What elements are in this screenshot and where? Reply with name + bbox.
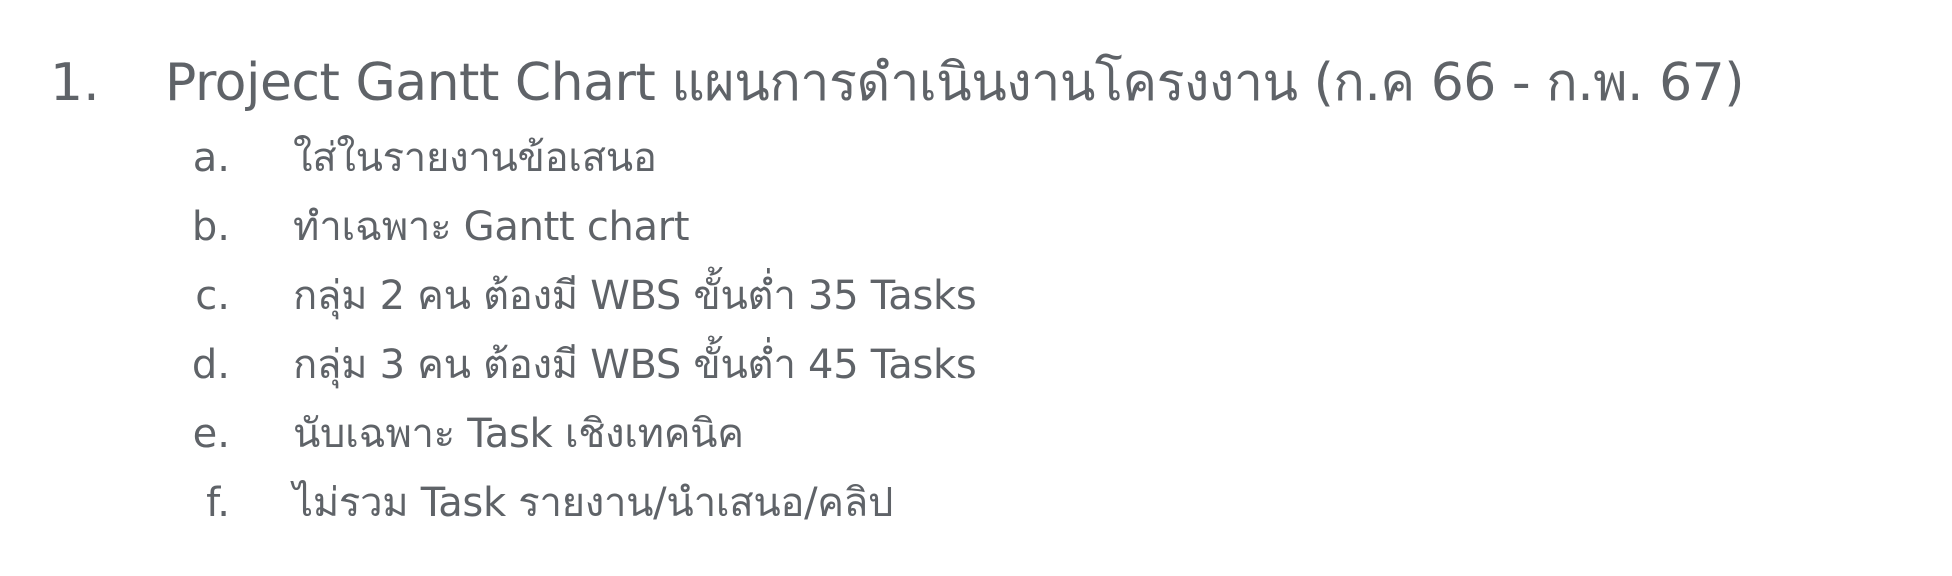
sub-list-text: กลุ่ม 3 คน ต้องมี WBS ขั้นต่ำ 45 Tasks (293, 342, 977, 388)
slide-content: 1. Project Gantt Chart แผนการดำเนินงานโค… (0, 0, 1952, 576)
sub-list-marker: a. (192, 135, 230, 181)
sub-list-item: e. นับเฉพาะ Task เชิงเทคนิค (150, 400, 976, 469)
sub-list: a. ใส่ในรายงานข้อเสนอ b. ทำเฉพาะ Gantt c… (150, 124, 977, 538)
main-list-item: 1. Project Gantt Chart แผนการดำเนินงานโค… (50, 48, 1745, 118)
sub-list-item: f. ไม่รวม Task รายงาน/นำเสนอ/คลิป (150, 469, 976, 538)
sub-list-item: a. ใส่ในรายงานข้อเสนอ (150, 124, 976, 193)
sub-list-item: d. กลุ่ม 3 คน ต้องมี WBS ขั้นต่ำ 45 Task… (150, 331, 977, 400)
sub-list-marker: b. (191, 204, 230, 250)
main-list-number: 1. (50, 53, 100, 113)
sub-list-text: นับเฉพาะ Task เชิงเทคนิค (293, 411, 744, 457)
sub-list-marker: d. (191, 342, 230, 388)
sub-list-item: c. กลุ่ม 2 คน ต้องมี WBS ขั้นต่ำ 35 Task… (150, 262, 976, 331)
sub-list-text: ไม่รวม Task รายงาน/นำเสนอ/คลิป (293, 480, 894, 526)
main-list-text: Project Gantt Chart แผนการดำเนินงานโครงง… (165, 53, 1745, 113)
sub-list-item: b. ทำเฉพาะ Gantt chart (150, 193, 976, 262)
sub-list-text: กลุ่ม 2 คน ต้องมี WBS ขั้นต่ำ 35 Tasks (293, 273, 977, 319)
sub-list-marker: f. (206, 480, 230, 526)
sub-list-text: ทำเฉพาะ Gantt chart (293, 204, 690, 250)
sub-list-marker: e. (192, 411, 230, 457)
sub-list-text: ใส่ในรายงานข้อเสนอ (293, 135, 657, 181)
sub-list-marker: c. (195, 273, 230, 319)
